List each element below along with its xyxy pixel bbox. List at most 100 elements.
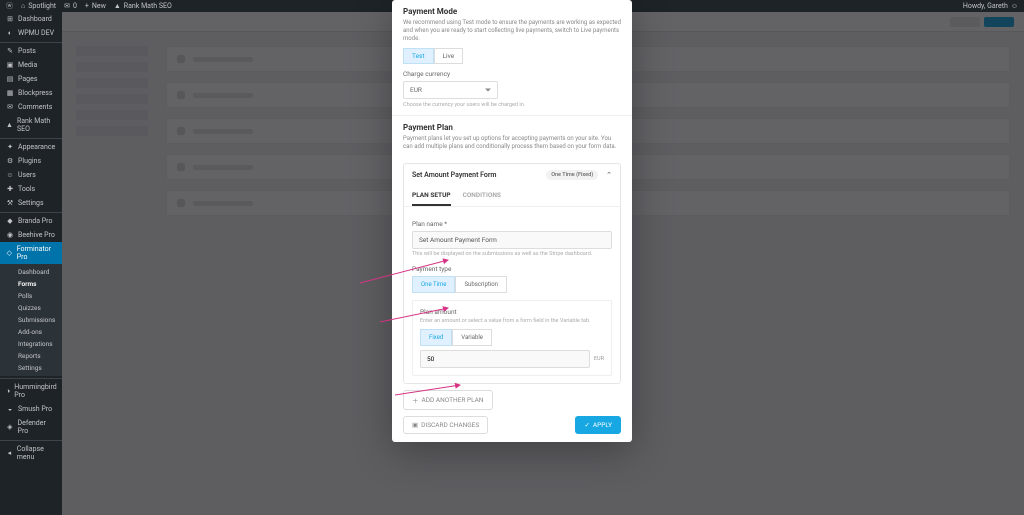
menu-label: Media xyxy=(18,61,37,69)
currency-help: Choose the currency your users will be c… xyxy=(403,102,621,108)
submenu-dashboard[interactable]: Dashboard xyxy=(0,266,62,278)
new-content[interactable]: + New xyxy=(85,2,106,10)
menu-label: Defender Pro xyxy=(18,419,56,435)
sidebar-item-pages[interactable]: ▤ Pages xyxy=(0,72,62,86)
plan-card-title: Set Amount Payment Form xyxy=(412,171,497,179)
payment-type-toggle: One Time Subscription xyxy=(412,276,612,293)
payment-type-label: Payment type xyxy=(412,265,612,273)
tab-conditions[interactable]: CONDITIONS xyxy=(463,186,501,206)
plan-card-header[interactable]: Set Amount Payment Form One Time (Fixed)… xyxy=(404,164,620,186)
submenu-quizzes[interactable]: Quizzes xyxy=(0,302,62,314)
amount-input[interactable] xyxy=(420,350,590,368)
menu-icon: ⚙ xyxy=(6,157,14,165)
currency-label: Charge currency xyxy=(403,70,621,78)
mode-tab-test[interactable]: Test xyxy=(403,48,434,64)
sidebar-item-appearance[interactable]: ✦Appearance xyxy=(0,138,62,154)
submenu-settings[interactable]: Settings xyxy=(0,362,62,374)
submenu-submissions[interactable]: Submissions xyxy=(0,314,62,326)
sidebar-item-posts[interactable]: ✎Posts xyxy=(0,42,62,58)
submenu-integrations[interactable]: Integrations xyxy=(0,338,62,350)
modal-footer: ▣ DISCARD CHANGES ✓ APPLY xyxy=(392,416,632,434)
menu-icon: ◑ xyxy=(6,387,10,395)
sidebar-item-plugins[interactable]: ⚙ Plugins xyxy=(0,154,62,168)
rankmath-item[interactable]: ▲ Rank Math SEO xyxy=(114,2,172,10)
currency-select[interactable]: EUR xyxy=(403,81,498,99)
sidebar-item-collapse-menu[interactable]: ◂Collapse menu xyxy=(0,440,62,464)
sidebar-item-hummingbird-pro[interactable]: ◑ Hummingbird Pro xyxy=(0,378,62,402)
apply-button[interactable]: ✓ APPLY xyxy=(575,416,621,434)
menu-icon: ◉ xyxy=(6,231,14,239)
plan-body: Plan name * This will be displayed on th… xyxy=(404,207,620,383)
menu-icon: ▣ xyxy=(6,61,14,69)
discard-button[interactable]: ▣ DISCARD CHANGES xyxy=(403,416,488,434)
menu-label: Plugins xyxy=(18,157,41,165)
admin-sidebar: ⊞Dashboard ◐ WPMU DEV ✎Posts ▣ Media ▤ Pages ▦ Bl… xyxy=(0,12,62,515)
plan-name-input[interactable] xyxy=(412,231,612,249)
sidebar-item-users[interactable]: ☺Users xyxy=(0,168,62,182)
sidebar-item-branda-pro[interactable]: ◆Branda Pro xyxy=(0,212,62,228)
menu-icon: ✚ xyxy=(6,185,14,193)
sidebar-item-dashboard[interactable]: ⊞Dashboard xyxy=(0,12,62,26)
menu-label: Hummingbird Pro xyxy=(14,383,57,399)
sidebar-item-blockpress[interactable]: ▦ Blockpress xyxy=(0,86,62,100)
plan-subtabs: PLAN SETUP CONDITIONS xyxy=(404,186,620,207)
menu-label: Pages xyxy=(18,75,37,83)
sidebar-item-smush-pro[interactable]: ◒ Smush Pro xyxy=(0,402,62,416)
plan-name-help: This will be displayed on the submission… xyxy=(412,251,612,257)
menu-icon: ◆ xyxy=(6,217,14,225)
sidebar-item-media[interactable]: ▣ Media xyxy=(0,58,62,72)
payment-plan-desc: Payment plans let you set up options for… xyxy=(403,135,621,151)
menu-icon: ✉ xyxy=(6,103,14,111)
submenu-reports[interactable]: Reports xyxy=(0,350,62,362)
menu-label: Appearance xyxy=(18,143,55,151)
menu-label: Comments xyxy=(18,103,52,111)
paytype-onetime[interactable]: One Time xyxy=(412,276,455,293)
menu-label: Beehive Pro xyxy=(18,231,55,239)
mode-tab-live[interactable]: Live xyxy=(434,48,464,64)
wp-logo[interactable]: ⓦ xyxy=(6,1,13,11)
amount-variable[interactable]: Variable xyxy=(452,329,492,346)
menu-icon: ▦ xyxy=(6,89,14,97)
payment-plan-section: Payment Plan Payment plans let you set u… xyxy=(392,116,632,158)
sidebar-item-comments[interactable]: ✉ Comments xyxy=(0,100,62,114)
plan-type-badge: One Time (Fixed) xyxy=(546,170,598,180)
sidebar-item-forminator-pro[interactable]: ◇Forminator Pro xyxy=(0,242,62,264)
submenu-polls[interactable]: Polls xyxy=(0,290,62,302)
payment-plan-title: Payment Plan xyxy=(403,123,621,132)
sidebar-item-defender-pro[interactable]: ◈Defender Pro xyxy=(0,416,62,438)
payment-mode-section: Payment Mode We recommend using Test mod… xyxy=(392,0,632,116)
paytype-subscription[interactable]: Subscription xyxy=(455,276,507,293)
sidebar-item-wpmu-dev[interactable]: ◐ WPMU DEV xyxy=(0,26,62,40)
menu-label: Tools xyxy=(18,185,35,193)
menu-label: Settings xyxy=(18,199,44,207)
menu-label: Smush Pro xyxy=(18,405,52,413)
menu-label: Forminator Pro xyxy=(17,245,56,261)
plan-amount-label: Plan amount xyxy=(420,308,604,316)
add-plan-button[interactable]: ＋ ADD ANOTHER PLAN xyxy=(403,390,493,410)
sidebar-item-tools[interactable]: ✚ Tools xyxy=(0,182,62,196)
chevron-up-icon: ⌃ xyxy=(606,171,612,179)
howdy-user[interactable]: Howdy, Gareth ☺ xyxy=(963,2,1018,10)
menu-label: Rank Math SEO xyxy=(17,117,56,133)
menu-icon: ◂ xyxy=(6,449,13,457)
menu-icon: ◒ xyxy=(6,405,14,413)
amount-fixed[interactable]: Fixed xyxy=(420,329,452,346)
tab-plan-setup[interactable]: PLAN SETUP xyxy=(412,186,451,206)
site-name[interactable]: ⌂ Spotlight xyxy=(21,2,56,10)
menu-icon: ☺ xyxy=(6,171,14,179)
menu-label: Blockpress xyxy=(18,89,52,97)
comments-count[interactable]: ✉ 0 xyxy=(64,2,77,10)
menu-label: Dashboard xyxy=(18,15,52,23)
plan-name-label: Plan name * xyxy=(412,220,612,228)
menu-icon: ▤ xyxy=(6,75,14,83)
sidebar-item-rank-math-seo[interactable]: ▲ Rank Math SEO xyxy=(0,114,62,136)
submenu-add-ons[interactable]: Add-ons xyxy=(0,326,62,338)
menu-icon: ▲ xyxy=(6,121,13,129)
stripe-settings-modal: Payment Mode We recommend using Test mod… xyxy=(392,0,632,442)
menu-icon: ◐ xyxy=(6,29,14,37)
submenu-forms[interactable]: Forms xyxy=(0,278,62,290)
menu-label: WPMU DEV xyxy=(18,29,54,37)
sidebar-item-settings[interactable]: ⚒Settings xyxy=(0,196,62,210)
forminator-submenu: DashboardFormsPollsQuizzesSubmissionsAdd… xyxy=(0,264,62,376)
sidebar-item-beehive-pro[interactable]: ◉ Beehive Pro xyxy=(0,228,62,242)
